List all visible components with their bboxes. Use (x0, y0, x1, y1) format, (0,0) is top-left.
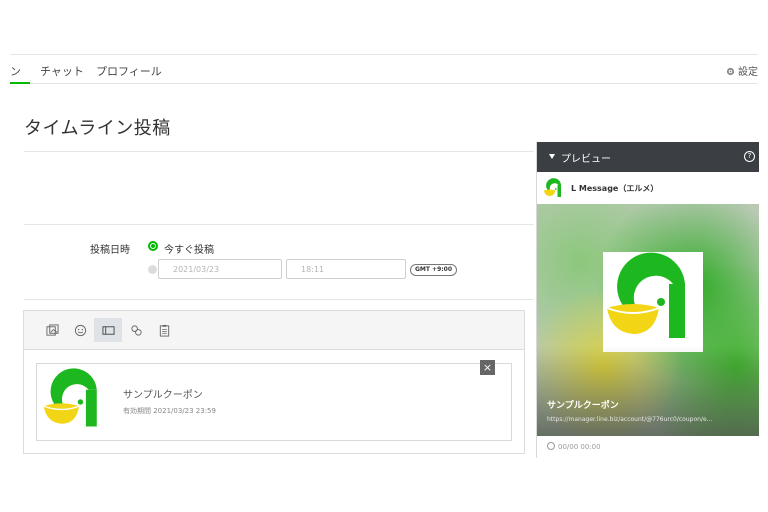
coupon-card[interactable]: サンプルクーポン 有効期間 2021/03/23 23:59 (36, 363, 512, 441)
preview-coupon-title: サンプルクーポン (547, 401, 619, 411)
account-avatar-icon (543, 178, 562, 197)
add-survey-button[interactable] (150, 318, 178, 342)
divider (24, 299, 534, 300)
active-tab-indicator (10, 82, 30, 84)
lmessage-logo-icon (606, 252, 685, 338)
tab-profile[interactable]: プロフィール (96, 63, 162, 79)
settings-link[interactable]: 設定 (726, 63, 758, 78)
preview-header[interactable]: プレビュー ? (537, 142, 759, 172)
add-image-button[interactable] (38, 318, 66, 342)
top-nav: ン チャット プロフィール 設定 (10, 54, 758, 84)
clipboard-icon (159, 324, 169, 337)
radio-scheduled[interactable] (148, 265, 157, 274)
divider (24, 224, 534, 225)
add-coupon-button[interactable] (94, 318, 122, 342)
help-icon[interactable]: ? (744, 151, 755, 162)
image-icon (45, 323, 59, 336)
post-now-label: 今すぐ投稿 (164, 245, 214, 256)
preview-panel: プレビュー ? L Message（エルメ） サンプルクーポン https://… (536, 142, 759, 458)
tab-timeline[interactable]: ン (10, 63, 21, 79)
add-sticker-button[interactable] (66, 318, 94, 342)
settings-label: 設定 (738, 67, 758, 78)
account-name: L Message（エルメ） (571, 184, 659, 193)
coupon-title: サンプルクーポン (123, 390, 203, 401)
coupon-icon (101, 325, 115, 335)
time-input[interactable]: 18:11 (286, 259, 406, 279)
coupon-expiry: 有効期間 2021/03/23 23:59 (123, 407, 216, 415)
preview-date: 00/00 00:00 (547, 442, 601, 451)
emoji-icon (74, 324, 86, 336)
preview-date-text: 00/00 00:00 (558, 443, 601, 451)
radio-post-now[interactable] (148, 241, 158, 251)
link-icon (130, 324, 142, 336)
tab-chat[interactable]: チャット (40, 63, 84, 79)
clock-icon (547, 442, 555, 450)
post-date-label: 投稿日時 (90, 245, 130, 256)
divider (24, 151, 534, 152)
add-link-button[interactable] (122, 318, 150, 342)
date-input[interactable]: 2021/03/23 (158, 259, 282, 279)
collapse-caret-icon[interactable] (549, 154, 555, 159)
post-editor: サンプルクーポン 有効期間 2021/03/23 23:59 (23, 310, 525, 454)
preview-account: L Message（エルメ） (543, 178, 753, 200)
lmessage-logo-icon (43, 368, 97, 427)
gear-icon (726, 67, 735, 76)
remove-coupon-button[interactable]: × (480, 360, 495, 375)
page-title: タイムライン投稿 (24, 118, 171, 139)
coupon-preview-image: サンプルクーポン https://manager.line.biz/accoun… (537, 204, 759, 436)
timezone-badge: GMT +9:00 (410, 264, 457, 276)
preview-coupon-url[interactable]: https://manager.line.biz/account/@776urc… (547, 416, 712, 423)
preview-title: プレビュー (561, 154, 611, 165)
editor-toolbar (24, 311, 524, 350)
coupon-logo-tile (603, 252, 703, 352)
